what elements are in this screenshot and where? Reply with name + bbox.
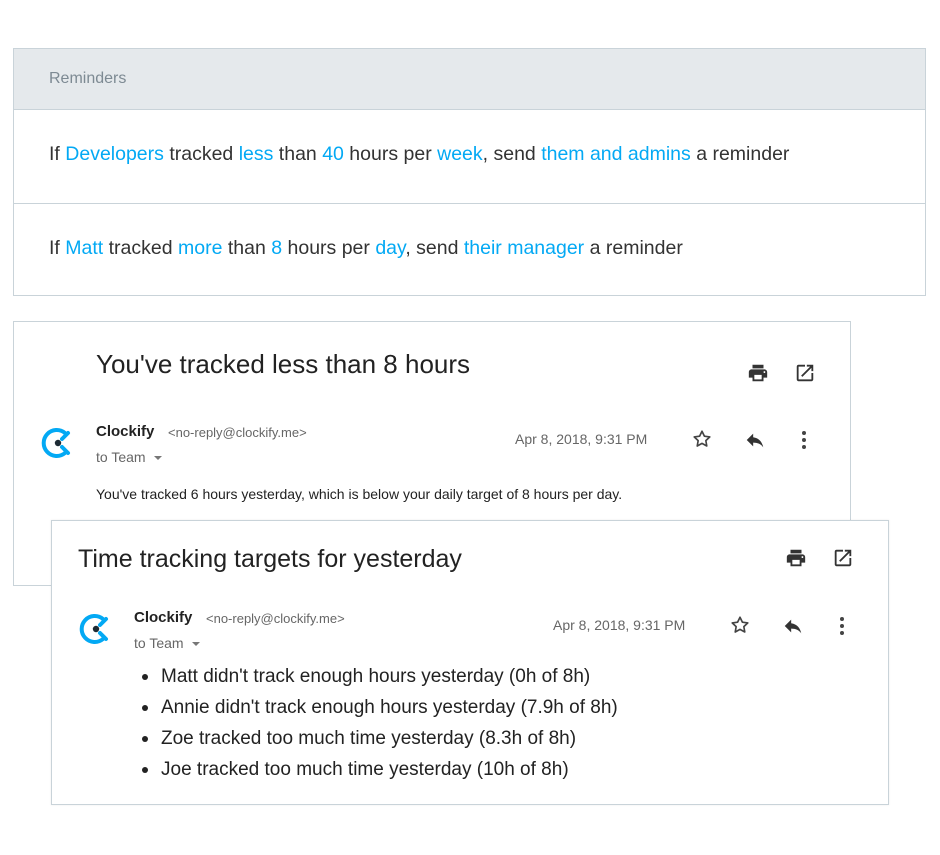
list-item: Joe tracked too much time yesterday (10h… [134, 754, 618, 785]
email2-sender-name: Clockify [134, 609, 193, 626]
rule2-amount-link[interactable]: 8 [271, 237, 282, 259]
star-icon[interactable] [729, 614, 751, 636]
rule2-recipients-link[interactable]: their manager [464, 237, 584, 259]
print-icon[interactable] [785, 547, 807, 569]
more-vert-icon[interactable] [794, 429, 814, 451]
email-card-2: Time tracking targets for yesterday Cloc… [51, 520, 889, 805]
dropdown-caret-icon[interactable] [191, 640, 201, 648]
rule2-comparison-link[interactable]: more [178, 237, 222, 259]
clockify-logo-icon [41, 428, 70, 458]
email1-sender-email: <no-reply@clockify.me> [168, 425, 307, 440]
print-icon[interactable] [747, 362, 769, 384]
email2-date: Apr 8, 2018, 9:31 PM [553, 617, 686, 633]
email2-item-list: Matt didn't track enough hours yesterday… [134, 661, 618, 785]
reminders-header: Reminders [14, 49, 925, 110]
email2-to-line[interactable]: to Team [134, 635, 201, 651]
reply-icon[interactable] [744, 429, 766, 451]
reminder-rule-1: If Developers tracked less than 40 hours… [14, 110, 925, 204]
rule1-period-link[interactable]: week [437, 143, 483, 165]
reminder-rule-2: If Matt tracked more than 8 hours per da… [14, 204, 925, 298]
rule1-recipients-link[interactable]: them and admins [541, 143, 691, 165]
more-vert-icon[interactable] [832, 615, 852, 637]
open-new-window-icon[interactable] [832, 547, 854, 569]
reply-icon[interactable] [782, 615, 804, 637]
rule1-who-link[interactable]: Developers [65, 143, 164, 165]
reminder-rule-1-text: If Developers tracked less than 40 hours… [49, 143, 790, 165]
list-item: Matt didn't track enough hours yesterday… [134, 661, 618, 692]
email1-date: Apr 8, 2018, 9:31 PM [515, 431, 648, 447]
clockify-logo-icon [79, 614, 108, 644]
rule2-who-link[interactable]: Matt [65, 237, 103, 259]
rule2-period-link[interactable]: day [375, 237, 405, 259]
list-item: Annie didn't track enough hours yesterda… [134, 692, 618, 723]
list-item: Zoe tracked too much time yesterday (8.3… [134, 723, 618, 754]
email1-body: You've tracked 6 hours yesterday, which … [96, 486, 623, 502]
email1-sender-name: Clockify [96, 423, 155, 440]
rule1-comparison-link[interactable]: less [239, 143, 274, 165]
reminders-title: Reminders [49, 70, 127, 87]
reminder-rule-2-text: If Matt tracked more than 8 hours per da… [49, 237, 683, 259]
email1-subject: You've tracked less than 8 hours [96, 349, 471, 379]
open-new-window-icon[interactable] [794, 362, 816, 384]
email1-to-line[interactable]: to Team [96, 449, 163, 465]
dropdown-caret-icon[interactable] [153, 454, 163, 462]
email2-subject: Time tracking targets for yesterday [78, 545, 462, 573]
rule1-amount-link[interactable]: 40 [322, 143, 344, 165]
email2-sender-email: <no-reply@clockify.me> [206, 611, 345, 626]
reminders-panel: Reminders If Developers tracked less tha… [13, 48, 926, 296]
star-icon[interactable] [691, 428, 713, 450]
